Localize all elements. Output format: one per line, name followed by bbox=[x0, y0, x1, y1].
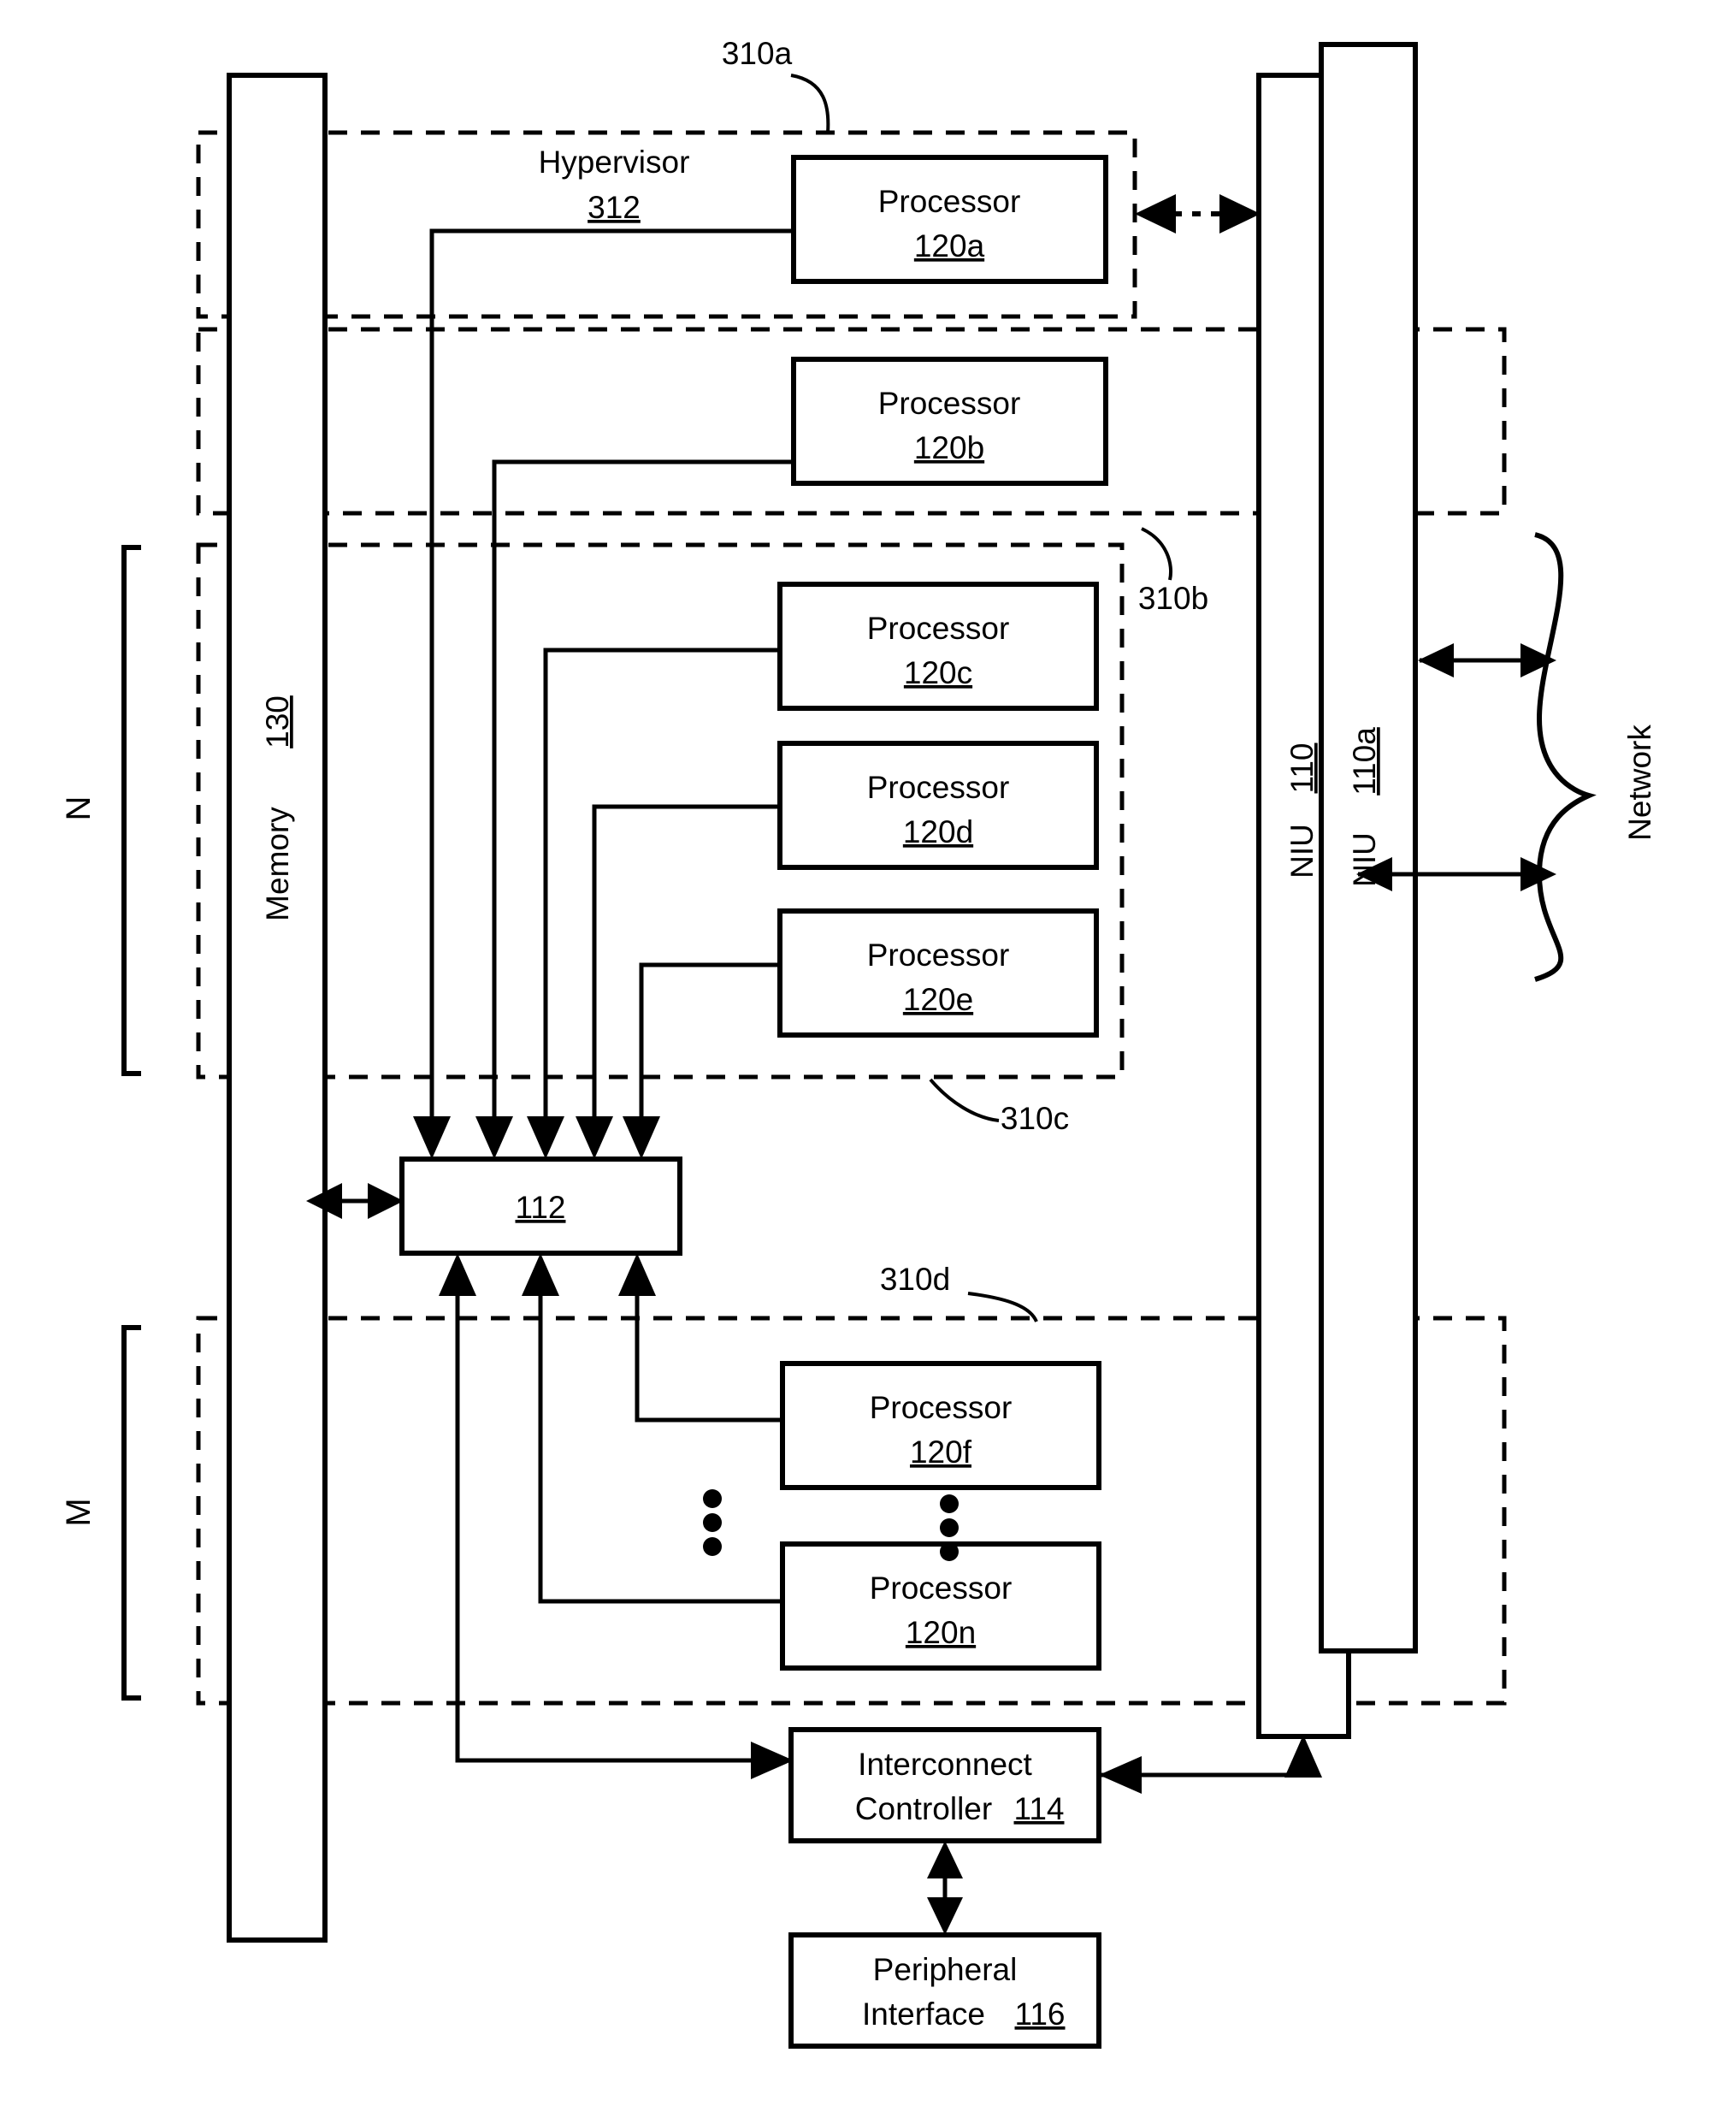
figure-canvas: Memory 130 NIU 110 NIU 110a Network Proc… bbox=[0, 0, 1736, 2106]
ellipsis-left bbox=[703, 1489, 722, 1556]
peripheral-interface-label-2-group: Interface 116 bbox=[862, 1997, 1065, 2032]
arrowhead-120n bbox=[522, 1253, 559, 1296]
hypervisor-label: Hypervisor bbox=[539, 145, 690, 180]
peripheral-interface-ref: 116 bbox=[1015, 1997, 1066, 2032]
network-brace bbox=[1534, 532, 1597, 982]
processor-120a-ref: 120a bbox=[914, 228, 985, 263]
link-120a-to-112 bbox=[429, 228, 794, 1129]
memory-ref: 130 bbox=[260, 695, 295, 748]
interconnect-controller-label-2: Controller bbox=[855, 1791, 992, 1826]
interconnect-controller-label-1: Interconnect bbox=[858, 1747, 1032, 1782]
link-120e-to-112 bbox=[639, 962, 780, 1129]
interconnect-controller-ref: 114 bbox=[1014, 1791, 1065, 1826]
processor-120n-label: Processor bbox=[870, 1571, 1013, 1606]
processor-120d-ref: 120d bbox=[903, 814, 973, 849]
arrowhead-120b bbox=[475, 1116, 513, 1159]
processor-120b-label: Processor bbox=[878, 386, 1021, 421]
partition-310b-label: 310b bbox=[1138, 581, 1208, 616]
memory-label-group: Memory 130 bbox=[260, 695, 295, 921]
network-arrow-lower bbox=[1356, 857, 1556, 891]
interconnect-controller-label-2-group: Controller 114 bbox=[855, 1791, 1065, 1826]
processor-120e-ref: 120e bbox=[903, 982, 973, 1017]
leader-310a bbox=[790, 74, 830, 133]
processor-120f-label: Processor bbox=[870, 1390, 1013, 1425]
processor-120n-ref: 120n bbox=[906, 1615, 976, 1650]
network-arrow-upper bbox=[1418, 643, 1556, 677]
arrowhead-ctrl-to-112 bbox=[439, 1253, 476, 1296]
link-120f-to-112 bbox=[635, 1283, 782, 1423]
leader-310b bbox=[1141, 527, 1172, 581]
partition-310d-label: 310d bbox=[880, 1262, 950, 1297]
m-bracket bbox=[121, 1325, 141, 1701]
network-label: Network bbox=[1622, 725, 1657, 841]
m-bracket-label: M bbox=[60, 1498, 97, 1526]
ellipsis-right bbox=[940, 1494, 959, 1561]
arrowhead-120c bbox=[527, 1116, 564, 1159]
partition-310c-label: 310c bbox=[1001, 1101, 1069, 1136]
hypervisor-niu-dotted-arrow bbox=[1135, 194, 1261, 234]
niu-110-ref: 110 bbox=[1284, 743, 1320, 794]
controller-peripheral-arrow bbox=[927, 1841, 963, 1935]
n-bracket bbox=[121, 545, 141, 1076]
processor-120e-label: Processor bbox=[867, 938, 1010, 973]
arrowhead-120f bbox=[618, 1253, 656, 1296]
processor-120c-label: Processor bbox=[867, 611, 1010, 646]
partition-310a-label: 310a bbox=[722, 36, 793, 71]
memory-block bbox=[227, 73, 328, 1943]
processor-120f-ref: 120f bbox=[910, 1435, 972, 1470]
processor-120c-ref: 120c bbox=[904, 655, 972, 690]
link-120n-to-112 bbox=[538, 1283, 782, 1604]
processor-120a-label: Processor bbox=[878, 184, 1021, 219]
leader-310c bbox=[929, 1078, 1000, 1122]
arrowhead-120e bbox=[623, 1116, 660, 1159]
processor-120d-label: Processor bbox=[867, 770, 1010, 805]
arrowhead-120d bbox=[576, 1116, 613, 1159]
patent-diagram: Memory 130 NIU 110 NIU 110a Network Proc… bbox=[60, 36, 1657, 2049]
memory-label: Memory bbox=[260, 807, 295, 921]
peripheral-interface-label-1: Peripheral bbox=[873, 1952, 1018, 1987]
link-120b-to-112 bbox=[492, 459, 794, 1129]
processor-120b-ref: 120b bbox=[914, 430, 984, 465]
interconnect-112-ref: 112 bbox=[516, 1190, 566, 1225]
niu-110a-ref: 110a bbox=[1347, 727, 1382, 796]
hypervisor-ref: 312 bbox=[588, 190, 641, 225]
peripheral-interface-label-2: Interface bbox=[862, 1997, 985, 2032]
arrowhead-to-ctrl bbox=[751, 1742, 794, 1779]
arrowhead-120a bbox=[413, 1116, 451, 1159]
link-120c-to-112 bbox=[543, 648, 780, 1129]
link-120d-to-112 bbox=[592, 804, 780, 1129]
link-interconnect-ctrl-to-112 bbox=[455, 1283, 770, 1763]
niu-110-label: NIU bbox=[1284, 824, 1320, 878]
n-bracket-label: N bbox=[60, 796, 97, 821]
